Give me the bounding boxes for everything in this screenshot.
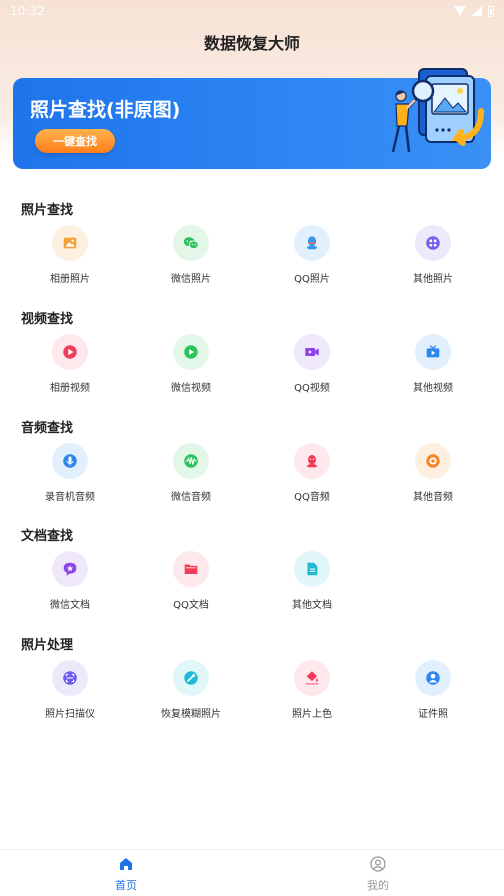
section-title: 文档查找 [21,529,74,544]
grid-item-label: 照片扫描仪 [45,709,95,720]
grid-item-microphone[interactable]: 录音机音频 [20,443,120,513]
grid-item-label: QQ音频 [294,492,330,503]
banner-title: 照片查找(非原图) [30,99,181,121]
scanner-icon [52,660,88,696]
microphone-icon [52,443,88,479]
status-icons [454,5,494,17]
grid-item-scanner[interactable]: 照片扫描仪 [20,660,120,730]
grid-item-label: QQ文档 [173,600,209,611]
grid-item-chat-star[interactable]: 微信文档 [20,551,120,621]
home-icon [120,858,132,870]
grid-item-wechat-video[interactable]: 微信视频 [141,334,241,404]
status-time: 10:32 [10,4,45,18]
grid-item-label: 相册视频 [50,383,90,394]
grid-item-label: 微信照片 [171,274,211,285]
wechat-video-icon [173,334,209,370]
folder-icon [173,551,209,587]
album-photo-icon [52,225,88,261]
paint-bucket-icon [294,660,330,696]
grid-item-album-photo[interactable]: 相册照片 [20,225,120,295]
grid-item-label: 微信文档 [50,600,90,611]
waveform-icon [173,443,209,479]
record-icon [415,443,451,479]
grid-item-id-photo[interactable]: 证件照 [383,660,483,730]
other-photo-icon [415,225,451,261]
video-camera-icon [294,334,330,370]
section-title: 音频查找 [21,421,74,436]
grid-item-label: 其他照片 [413,274,453,285]
section-4: 文档查找微信文档 QQ文档 其他文档 [0,525,504,625]
tab-home-label: 首页 [115,879,137,892]
tab-mine-label: 我的 [367,879,389,892]
grid-item-label: 录音机音频 [45,492,95,503]
grid-item-label: 证件照 [418,709,448,720]
tab-home[interactable]: 首页 [66,850,186,896]
section-2: 视频查找相册视频 微信视频 QQ视频 其他视频 [0,308,504,408]
section-3: 音频查找录音机音频 微信音频 QQ音频 其他音频 [0,417,504,517]
wechat-icon [173,225,209,261]
tv-icon [415,334,451,370]
grid-item-other-photo[interactable]: 其他照片 [383,225,483,295]
user-icon [370,856,386,872]
grid-item-paint-bucket[interactable]: 照片上色 [262,660,362,730]
section-title: 照片处理 [21,638,74,653]
grid-item-play[interactable]: 相册视频 [20,334,120,404]
grid-item-folder[interactable]: QQ文档 [141,551,241,621]
grid-item-label: 相册照片 [50,274,90,285]
section-1: 照片查找相册照片 微信照片 QQ照片 其他照片 [0,199,504,299]
id-photo-icon [415,660,451,696]
chat-star-icon [52,551,88,587]
wifi-icon [454,6,466,16]
grid-item-record[interactable]: 其他音频 [383,443,483,513]
grid-item-tv[interactable]: 其他视频 [383,334,483,404]
photo-search-illustration-icon [391,68,484,153]
grid-item-magic-wand[interactable]: 恢复模糊照片 [141,660,241,730]
grid-item-label: 微信音频 [171,492,211,503]
grid-item-label: 微信视频 [171,383,211,394]
section-5: 照片处理照片扫描仪 恢复模糊照片 照片上色 证件照 [0,634,504,734]
grid-item-label: 恢复模糊照片 [161,709,221,720]
grid-item-waveform[interactable]: 微信音频 [141,443,241,513]
grid-item-qq-audio[interactable]: QQ音频 [262,443,362,513]
grid-item-wechat[interactable]: 微信照片 [141,225,241,295]
magic-wand-icon [173,660,209,696]
grid-item-label: QQ照片 [294,274,330,285]
qq-audio-icon [294,443,330,479]
grid-item-document[interactable]: 其他文档 [262,551,362,621]
grid-item-label: QQ视频 [294,383,330,394]
photo-search-banner[interactable]: 照片查找(非原图) 一键查找 [13,68,491,169]
document-icon [294,551,330,587]
status-bar: 10:32 [0,0,504,22]
grid-item-qq[interactable]: QQ照片 [262,225,362,295]
one-click-search-button[interactable]: 一键查找 [35,129,115,153]
grid-item-video-camera[interactable]: QQ视频 [262,334,362,404]
qq-icon [294,225,330,261]
grid-item-label: 照片上色 [292,709,332,720]
grid-item-label: 其他音频 [413,492,453,503]
grid-item-label: 其他视频 [413,383,453,394]
section-title: 照片查找 [21,203,74,218]
signal-icon [472,6,482,16]
bottom-navigation: 首页 我的 [0,849,504,896]
section-title: 视频查找 [21,312,74,327]
tab-mine[interactable]: 我的 [318,850,438,896]
page-title: 数据恢复大师 [203,34,300,53]
play-icon [52,334,88,370]
battery-icon [488,5,494,17]
grid-item-label: 其他文档 [292,600,332,611]
